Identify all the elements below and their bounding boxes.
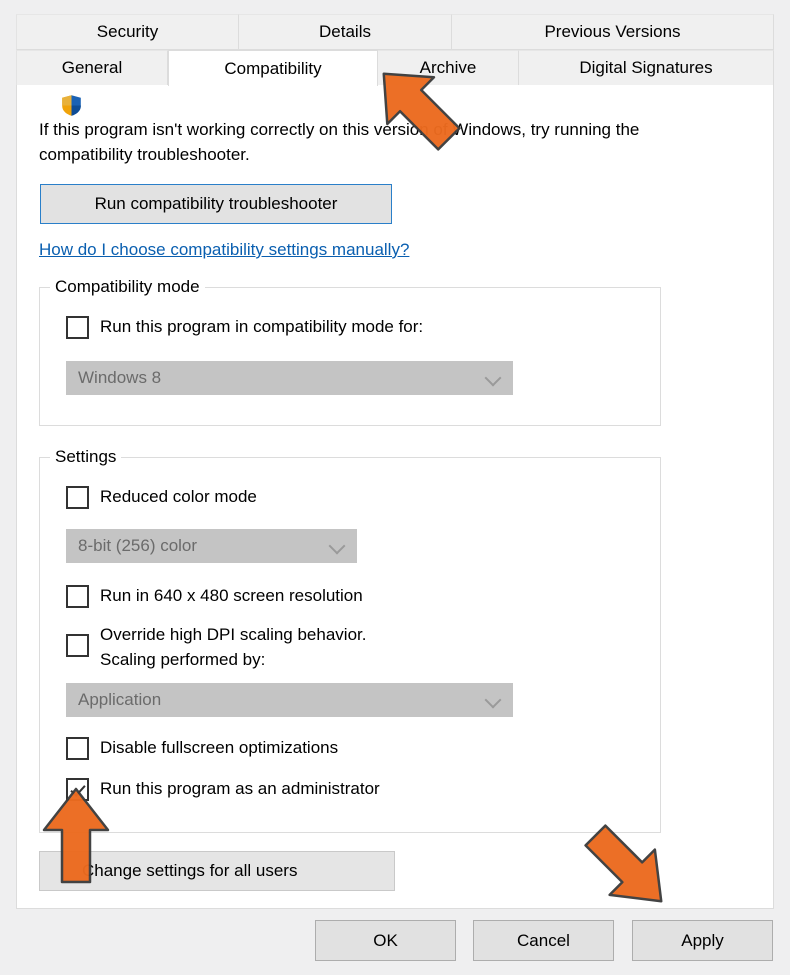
compatibility-mode-group: Compatibility mode Run this program in c… xyxy=(39,277,661,426)
run-as-administrator-row[interactable]: Run this program as an administrator xyxy=(66,778,380,801)
tab-row-bottom: General Compatibility Archive Digital Si… xyxy=(16,50,774,86)
override-dpi-checkbox[interactable] xyxy=(66,634,89,657)
tab-compatibility[interactable]: Compatibility xyxy=(168,50,378,86)
chevron-down-icon xyxy=(484,691,502,709)
cancel-button[interactable]: Cancel xyxy=(473,920,614,961)
compatibility-settings-help-link[interactable]: How do I choose compatibility settings m… xyxy=(39,240,409,260)
tab-archive-label: Archive xyxy=(419,58,477,77)
tab-general[interactable]: General xyxy=(16,50,168,86)
ok-button[interactable]: OK xyxy=(315,920,456,961)
tab-details[interactable]: Details xyxy=(239,14,452,50)
chevron-down-icon xyxy=(328,537,346,555)
compatibility-mode-legend: Compatibility mode xyxy=(50,277,205,297)
settings-group: Settings Reduced color mode 8-bit (256) … xyxy=(39,447,661,833)
run-compatibility-troubleshooter-label: Run compatibility troubleshooter xyxy=(94,194,338,213)
intro-text: If this program isn't working correctly … xyxy=(39,120,640,164)
tab-previous-versions[interactable]: Previous Versions xyxy=(452,14,774,50)
tab-details-label: Details xyxy=(319,22,371,41)
reduced-color-mode-label: Reduced color mode xyxy=(100,487,257,506)
tab-digital-signatures[interactable]: Digital Signatures xyxy=(519,50,774,86)
screenshot-root: PC risk.com Security Details Previous Ve… xyxy=(0,0,790,975)
uac-shield-icon xyxy=(61,94,82,117)
disable-fullscreen-label: Disable fullscreen optimizations xyxy=(100,738,339,757)
override-dpi-label: Override high DPI scaling behavior. Scal… xyxy=(100,625,367,669)
color-depth-combo[interactable]: 8-bit (256) color xyxy=(66,529,357,563)
run-640x480-label: Run in 640 x 480 screen resolution xyxy=(100,586,363,605)
cancel-button-label: Cancel xyxy=(517,930,570,950)
ok-button-label: OK xyxy=(373,930,398,950)
settings-legend: Settings xyxy=(50,447,122,467)
tab-previous-versions-label: Previous Versions xyxy=(544,22,681,41)
disable-fullscreen-row[interactable]: Disable fullscreen optimizations xyxy=(66,737,338,760)
color-depth-combo-value: 8-bit (256) color xyxy=(78,536,198,555)
dpi-scaling-combo[interactable]: Application xyxy=(66,683,513,717)
tab-archive[interactable]: Archive xyxy=(378,50,519,86)
compatibility-mode-checkbox-row[interactable]: Run this program in compatibility mode f… xyxy=(66,316,423,339)
override-dpi-row[interactable]: Override high DPI scaling behavior. Scal… xyxy=(66,622,366,672)
compatibility-mode-checkbox[interactable] xyxy=(66,316,89,339)
run-640x480-checkbox[interactable] xyxy=(66,585,89,608)
tab-compatibility-label: Compatibility xyxy=(224,58,322,78)
change-settings-label: Change settings for all users xyxy=(82,861,298,880)
compatibility-mode-checkbox-label: Run this program in compatibility mode f… xyxy=(100,317,424,336)
run-as-administrator-label: Run this program as an administrator xyxy=(100,779,380,798)
apply-button[interactable]: Apply xyxy=(632,920,773,961)
apply-button-label: Apply xyxy=(681,930,724,950)
tab-row-top: Security Details Previous Versions xyxy=(16,14,774,50)
reduced-color-mode-row[interactable]: Reduced color mode xyxy=(66,486,257,509)
tab-security[interactable]: Security xyxy=(16,14,239,50)
properties-dialog: Security Details Previous Versions Gener… xyxy=(16,14,774,909)
change-settings-for-all-users-button[interactable]: Change settings for all users xyxy=(39,851,395,891)
run-as-administrator-checkbox[interactable] xyxy=(66,778,89,801)
compatibility-mode-combo[interactable]: Windows 8 xyxy=(66,361,513,395)
compatibility-tab-panel: If this program isn't working correctly … xyxy=(16,85,774,909)
run-640x480-row[interactable]: Run in 640 x 480 screen resolution xyxy=(66,585,363,608)
tab-security-label: Security xyxy=(96,22,159,41)
dpi-scaling-combo-value: Application xyxy=(78,690,162,709)
run-compatibility-troubleshooter-button[interactable]: Run compatibility troubleshooter xyxy=(40,184,392,224)
chevron-down-icon xyxy=(484,369,502,387)
compatibility-mode-combo-value: Windows 8 xyxy=(78,368,162,387)
tab-digital-signatures-label: Digital Signatures xyxy=(579,58,713,77)
disable-fullscreen-checkbox[interactable] xyxy=(66,737,89,760)
reduced-color-mode-checkbox[interactable] xyxy=(66,486,89,509)
tab-strip: Security Details Previous Versions Gener… xyxy=(16,14,774,86)
tab-general-label: General xyxy=(61,58,123,77)
